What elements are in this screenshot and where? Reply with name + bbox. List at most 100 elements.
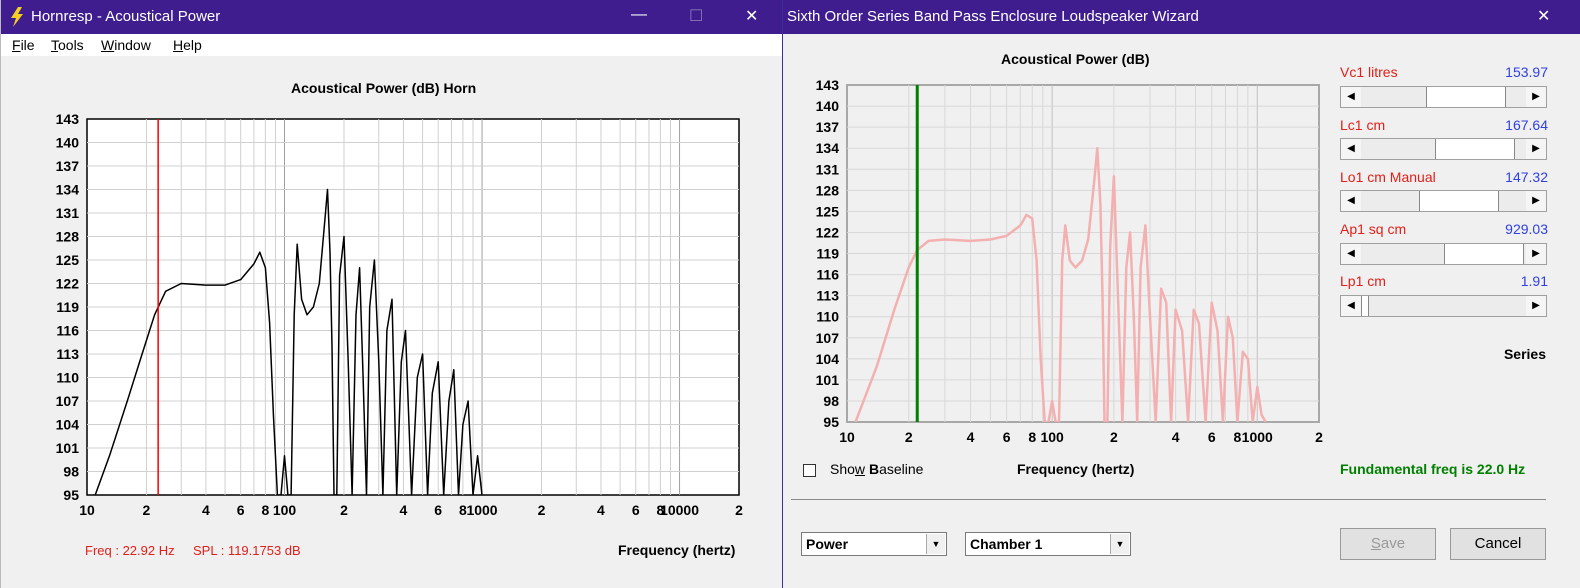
chevron-down-icon[interactable]: ▼ [926,534,945,554]
y-tick-label: 113 [56,346,79,362]
y-tick-label: 143 [816,77,840,93]
slider-thumb[interactable] [1361,296,1369,316]
x-tick-label: 1000 [466,502,497,518]
y-tick-label: 110 [56,370,79,386]
x-tick-label: 4 [400,502,408,518]
x-tick-label: 2 [735,502,743,518]
output-select[interactable]: Power ▼ [801,532,947,556]
arrow-left-icon[interactable]: ◀ [1341,139,1361,159]
arrow-left-icon[interactable]: ◀ [1341,244,1361,264]
x-tick-label: 10000 [660,502,699,518]
y-tick-label: 128 [816,182,840,198]
arrow-right-icon[interactable]: ▶ [1526,191,1546,211]
y-tick-label: 113 [816,288,839,304]
arrow-left-icon[interactable]: ◀ [1341,296,1361,316]
divider [791,499,1546,500]
param-label: Ap1 sq cm [1340,221,1407,237]
x-tick-label: 4 [597,502,605,518]
param-value: 1.91 [1520,273,1548,289]
arrow-left-icon[interactable]: ◀ [1341,87,1361,107]
slider-thumb[interactable] [1426,87,1506,107]
param-value: 167.64 [1505,117,1548,133]
y-tick-label: 98 [823,393,839,409]
param-label: Vc1 litres [1340,64,1398,80]
x-tick-label: 4 [202,502,210,518]
y-tick-label: 128 [56,229,80,245]
y-tick-label: 98 [63,464,79,480]
y-tick-label: 104 [56,417,80,433]
x-tick-label: 2 [905,429,913,445]
lo1-slider[interactable]: ◀ ▶ [1340,190,1547,212]
ap1-slider[interactable]: ◀ ▶ [1340,243,1547,265]
param-label: Lp1 cm [1340,273,1386,289]
param-value: 147.32 [1505,169,1548,185]
y-tick-label: 143 [56,111,80,127]
save-button[interactable]: Save [1340,528,1436,560]
y-tick-label: 116 [816,267,839,283]
x-tick-label: 1000 [1242,429,1273,445]
y-tick-label: 119 [816,246,839,262]
slider-thumb[interactable] [1435,139,1515,159]
x-tick-label: 8 [261,502,269,518]
arrow-right-icon[interactable]: ▶ [1526,87,1546,107]
param-label: Lo1 cm Manual [1340,169,1436,185]
param-label: Lc1 cm [1340,117,1386,133]
y-tick-label: 125 [816,203,840,219]
y-tick-label: 137 [56,158,80,174]
cancel-button[interactable]: Cancel [1450,528,1546,560]
y-tick-label: 101 [56,440,80,456]
show-baseline-checkbox[interactable] [803,464,816,477]
x-tick-label: 100 [273,502,297,518]
y-tick-label: 134 [816,140,840,156]
wizard-window: Sixth Order Series Band Pass Enclosure L… [782,0,1580,588]
arrow-right-icon[interactable]: ▶ [1526,139,1546,159]
freq-readout: Freq : 22.92 Hz [85,543,175,558]
y-tick-label: 125 [56,252,80,268]
y-tick-label: 110 [816,309,839,325]
y-tick-label: 131 [816,161,840,177]
slider-thumb[interactable] [1444,244,1524,264]
spl-readout: SPL : 119.1753 dB [193,543,301,558]
x-tick-label: 4 [967,429,975,445]
y-tick-label: 137 [816,119,840,135]
vc1-slider[interactable]: ◀ ▶ [1340,86,1547,108]
arrow-right-icon[interactable]: ▶ [1526,244,1546,264]
x-tick-label: 8 [1233,429,1241,445]
x-tick-label: 2 [1315,429,1323,445]
show-baseline-label[interactable]: Show Baseline [830,461,923,477]
y-tick-label: 140 [56,135,80,151]
x-tick-label: 6 [1208,429,1216,445]
y-tick-label: 104 [816,351,840,367]
x-tick-label: 6 [1003,429,1011,445]
x-tick-label: 100 [1040,429,1064,445]
y-tick-label: 116 [56,323,79,339]
x-axis-label: Frequency (hertz) [618,542,736,558]
x-tick-label: 2 [143,502,151,518]
y-tick-label: 95 [63,487,79,503]
param-value: 153.97 [1505,64,1548,80]
x-tick-label: 6 [434,502,442,518]
y-tick-label: 122 [816,224,840,240]
chevron-down-icon[interactable]: ▼ [1110,534,1129,554]
y-tick-label: 95 [823,414,839,430]
x-tick-label: 4 [1172,429,1180,445]
arrow-left-icon[interactable]: ◀ [1341,191,1361,211]
x-tick-label: 2 [538,502,546,518]
chamber-select[interactable]: Chamber 1 ▼ [965,532,1131,556]
x-tick-label: 8 [1028,429,1036,445]
y-tick-label: 107 [816,330,840,346]
y-tick-label: 140 [816,98,840,114]
y-tick-label: 107 [56,393,80,409]
x-tick-label: 2 [340,502,348,518]
x-tick-label: 6 [632,502,640,518]
lc1-slider[interactable]: ◀ ▶ [1340,138,1547,160]
slider-thumb[interactable] [1419,191,1499,211]
param-value: 929.03 [1505,221,1548,237]
acoustical-power-chart: 9598101104107110113116119122125128131134… [56,111,743,518]
x-tick-label: 6 [237,502,245,518]
y-tick-label: 131 [56,205,80,221]
arrow-right-icon[interactable]: ▶ [1526,296,1546,316]
chamber-select-value: Chamber 1 [970,536,1043,552]
lp1-slider[interactable]: ◀ ▶ [1340,295,1547,317]
x-tick-label: 10 [839,429,855,445]
